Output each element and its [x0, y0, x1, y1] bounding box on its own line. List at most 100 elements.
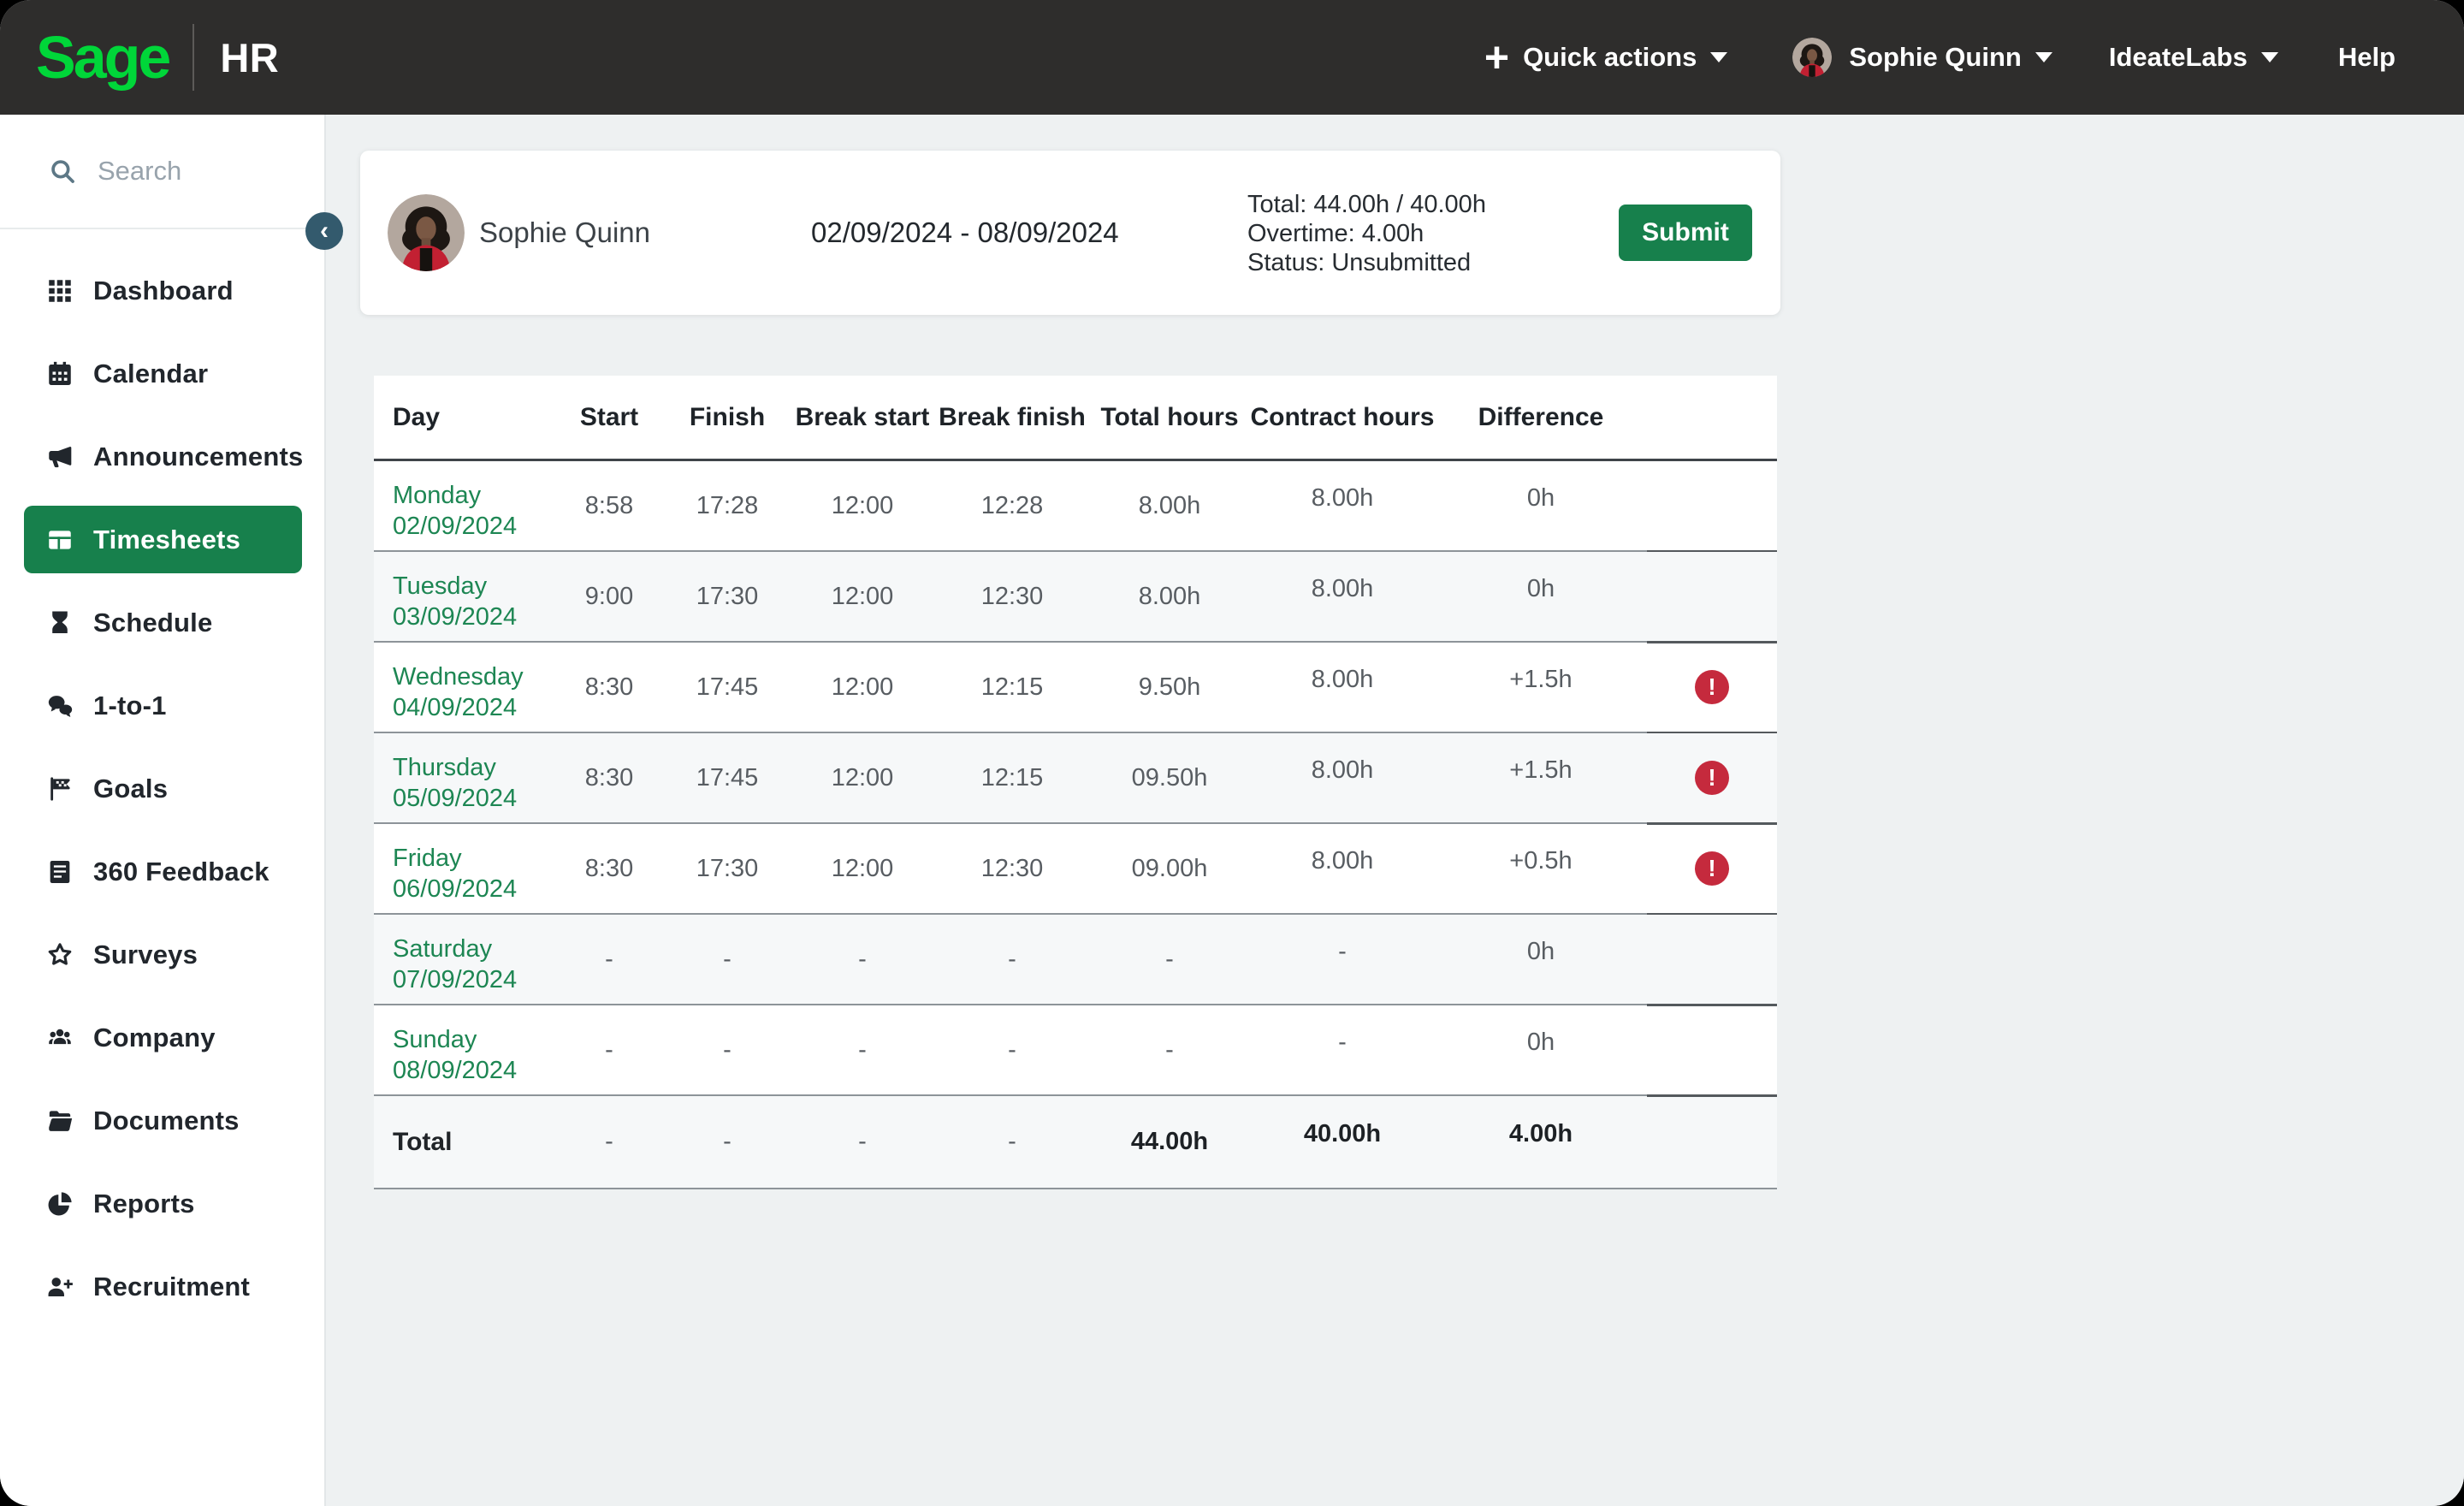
sidebar-item-company[interactable]: Company	[24, 1004, 302, 1071]
table-row: Monday02/09/2024 8:58 17:28 12:00 12:28 …	[374, 461, 1777, 552]
brand-divider	[192, 24, 194, 91]
sidebar-item-1-to-1[interactable]: 1-to-1	[24, 672, 302, 739]
summary-totals: Total: 44.00h / 40.00h Overtime: 4.00h S…	[1247, 190, 1486, 277]
timesheet-table-icon	[45, 525, 74, 554]
difference-cell: 0h	[1435, 938, 1647, 966]
person-plus-icon	[45, 1272, 74, 1301]
search-input[interactable]	[98, 156, 286, 187]
company-name: IdeateLabs	[2109, 42, 2248, 73]
table-row: Friday06/09/2024 8:30 17:30 12:00 12:30 …	[374, 824, 1777, 915]
pie-chart-icon	[45, 1189, 74, 1218]
sidebar-item-recruitment[interactable]: Recruitment	[24, 1253, 302, 1320]
status-line: Status: Unsubmitted	[1247, 248, 1486, 277]
finish-cell: 17:30	[665, 855, 790, 883]
plus-icon: +	[1484, 36, 1509, 79]
megaphone-icon	[45, 442, 74, 471]
product-name: HR	[220, 34, 279, 81]
help-link[interactable]: Help	[2338, 42, 2396, 73]
day-link[interactable]: Thursday05/09/2024	[374, 752, 554, 814]
break-start-cell: 12:00	[790, 673, 935, 702]
warning-icon: !	[1695, 670, 1729, 704]
warning-icon: !	[1695, 851, 1729, 886]
contract-hours-cell: 8.00h	[1250, 756, 1435, 785]
start-cell: 8:30	[554, 855, 665, 883]
day-link[interactable]: Tuesday03/09/2024	[374, 571, 554, 632]
difference-cell: 0h	[1435, 1029, 1647, 1057]
break-start-cell: -	[790, 946, 935, 974]
sidebar-item-schedule[interactable]: Schedule	[24, 589, 302, 656]
quick-actions-label: Quick actions	[1523, 42, 1697, 73]
sidebar-item-reports[interactable]: Reports	[24, 1170, 302, 1237]
break-start-cell: 12:00	[790, 764, 935, 792]
chevron-down-icon	[2035, 52, 2052, 62]
finish-cell: 17:45	[665, 673, 790, 702]
people-group-icon	[45, 1023, 74, 1052]
topbar-right: + Quick actions	[1484, 36, 2396, 79]
day-link[interactable]: Sunday08/09/2024	[374, 1024, 554, 1086]
submit-button[interactable]: Submit	[1619, 205, 1752, 261]
finish-cell: 17:28	[665, 492, 790, 520]
user-menu[interactable]: Sophie Quinn	[1792, 38, 2052, 77]
sidebar-nav: Dashboard Calendar Announcements	[0, 229, 324, 1320]
employee-name: Sophie Quinn	[479, 216, 650, 249]
total-hours-cell: 8.00h	[1089, 492, 1250, 520]
table-row: Saturday07/09/2024 - - - - - - 0h !	[374, 915, 1777, 1005]
contract-hours-cell: 8.00h	[1250, 484, 1435, 513]
sidebar-item-timesheets[interactable]: Timesheets	[24, 506, 302, 573]
chevron-down-icon	[2261, 52, 2278, 62]
break-finish-cell: -	[935, 1036, 1089, 1064]
search-icon	[48, 157, 77, 186]
difference-cell: +1.5h	[1435, 756, 1647, 785]
user-name: Sophie Quinn	[1849, 42, 2022, 73]
folder-icon	[45, 1106, 74, 1135]
total-hours-cell: 09.50h	[1089, 764, 1250, 792]
break-finish-cell: -	[935, 946, 1089, 974]
sidebar-item-announcements[interactable]: Announcements	[24, 423, 302, 490]
sidebar-item-surveys[interactable]: Surveys	[24, 921, 302, 988]
table-header-row: Day Start Finish Break start Break finis…	[374, 376, 1777, 461]
total-hours-line: Total: 44.00h / 40.00h	[1247, 190, 1486, 219]
difference-cell: 0h	[1435, 575, 1647, 603]
chevron-down-icon	[1710, 52, 1727, 62]
day-link[interactable]: Friday06/09/2024	[374, 843, 554, 904]
sidebar: ‹ Dashboard Calendar	[0, 115, 326, 1506]
overtime-line: Overtime: 4.00h	[1247, 219, 1486, 248]
day-link[interactable]: Saturday07/09/2024	[374, 934, 554, 995]
contract-hours-cell: 8.00h	[1250, 666, 1435, 694]
sage-logo: Sage	[36, 23, 169, 92]
finish-cell: 17:30	[665, 583, 790, 611]
sidebar-item-goals[interactable]: Goals	[24, 755, 302, 822]
total-hours-cell: 09.00h	[1089, 855, 1250, 883]
break-start-cell: 12:00	[790, 492, 935, 520]
sidebar-item-360-feedback[interactable]: 360 Feedback	[24, 838, 302, 905]
break-finish-cell: 12:15	[935, 673, 1089, 702]
day-link[interactable]: Wednesday04/09/2024	[374, 661, 554, 723]
timesheet-summary-card: Sophie Quinn 02/09/2024 - 08/09/2024 Tot…	[360, 151, 1780, 315]
start-cell: -	[554, 946, 665, 974]
sidebar-collapse-button[interactable]: ‹	[305, 212, 343, 250]
sidebar-item-documents[interactable]: Documents	[24, 1087, 302, 1154]
difference-cell: 0h	[1435, 484, 1647, 513]
sidebar-search	[0, 115, 324, 229]
calendar-icon	[45, 359, 74, 388]
quick-actions-menu[interactable]: + Quick actions	[1484, 36, 1728, 79]
break-start-cell: 12:00	[790, 583, 935, 611]
hourglass-icon	[45, 608, 74, 637]
chat-bubbles-icon	[45, 691, 74, 720]
timesheet-table: Day Start Finish Break start Break finis…	[374, 376, 1777, 1189]
feedback-list-icon	[45, 857, 74, 886]
sidebar-item-dashboard[interactable]: Dashboard	[24, 257, 302, 324]
difference-cell: +1.5h	[1435, 666, 1647, 694]
main-content: Sophie Quinn 02/09/2024 - 08/09/2024 Tot…	[326, 115, 2464, 1506]
table-total-row: Total - - - - 44.00h 40.00h 4.00h	[374, 1096, 1777, 1189]
total-hours-cell: 8.00h	[1089, 583, 1250, 611]
start-cell: 8:30	[554, 764, 665, 792]
day-link[interactable]: Monday02/09/2024	[374, 480, 554, 542]
difference-cell: +0.5h	[1435, 847, 1647, 875]
contract-hours-cell: -	[1250, 938, 1435, 966]
table-row: Tuesday03/09/2024 9:00 17:30 12:00 12:30…	[374, 552, 1777, 643]
star-icon	[45, 940, 74, 969]
company-menu[interactable]: IdeateLabs	[2109, 42, 2278, 73]
checkered-flag-icon	[45, 774, 74, 803]
sidebar-item-calendar[interactable]: Calendar	[24, 340, 302, 407]
